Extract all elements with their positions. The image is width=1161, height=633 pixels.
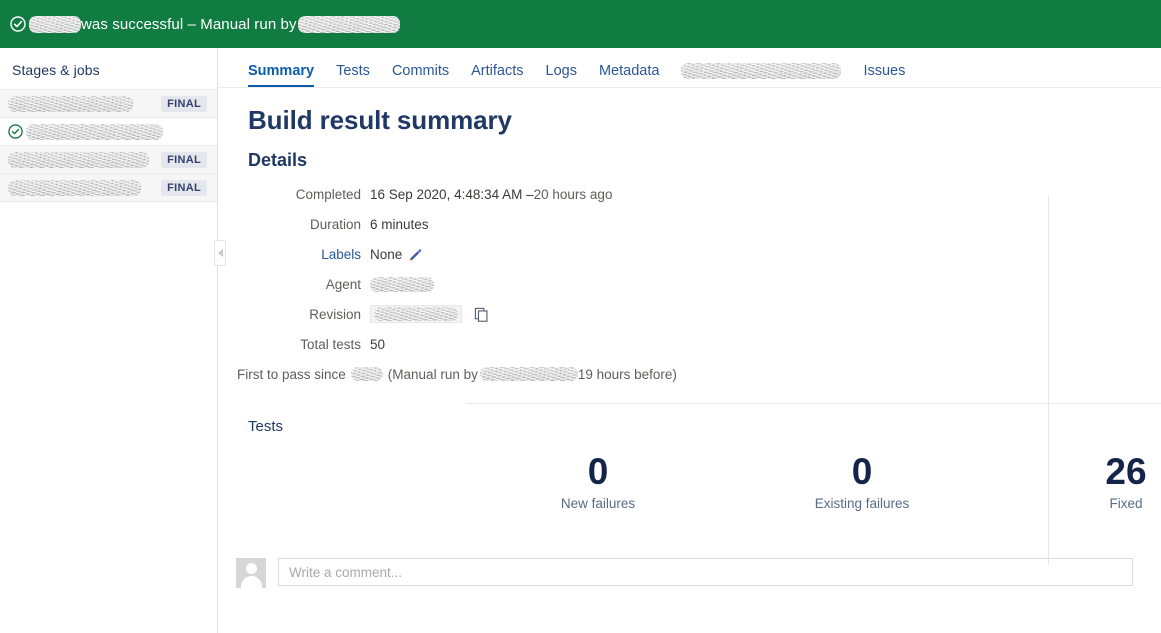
stage-label <box>8 152 161 168</box>
detail-row-labels: Labels None <box>218 239 1161 269</box>
stat-label: Existing failures <box>730 496 994 511</box>
stat-fixed: 26 Fixed <box>994 451 1161 511</box>
sidebar-collapse-button[interactable] <box>214 240 226 266</box>
sidebar-title: Stages & jobs <box>0 48 217 90</box>
stage-badge: FINAL <box>161 180 207 196</box>
copy-icon[interactable] <box>474 307 489 322</box>
stat-new-failures: 0 New failures <box>466 451 730 511</box>
detail-value-completed: 16 Sep 2020, 4:48:34 AM – 20 hours ago <box>370 187 612 202</box>
redacted-stage-name <box>26 124 163 140</box>
redacted-revision-hash <box>374 307 458 321</box>
detail-label-completed: Completed <box>218 187 370 202</box>
detail-label-revision: Revision <box>218 307 370 322</box>
redacted-tab-label <box>681 63 841 79</box>
check-circle-icon <box>10 16 26 32</box>
detail-value-total-tests: 50 <box>370 337 385 352</box>
detail-label-total-tests: Total tests <box>218 337 370 352</box>
first-to-pass-suffix: 19 hours before) <box>578 367 677 382</box>
stat-label: New failures <box>466 496 730 511</box>
detail-label-labels[interactable]: Labels <box>218 247 370 262</box>
detail-row-completed: Completed 16 Sep 2020, 4:48:34 AM – 20 h… <box>218 179 1161 209</box>
completed-relative: 20 hours ago <box>534 187 613 202</box>
detail-row-agent: Agent <box>218 269 1161 299</box>
pencil-icon[interactable] <box>408 247 423 262</box>
stat-existing-failures: 0 Existing failures <box>730 451 994 511</box>
stage-row[interactable]: FINAL <box>0 173 217 202</box>
comment-input[interactable] <box>278 558 1133 586</box>
tab-redacted[interactable] <box>681 63 841 87</box>
tab-logs[interactable]: Logs <box>546 63 577 87</box>
stage-badge: FINAL <box>161 152 207 168</box>
tab-summary[interactable]: Summary <box>248 63 314 87</box>
stage-row[interactable]: FINAL <box>0 145 217 174</box>
comment-composer <box>218 511 1161 588</box>
first-to-pass-middle: (Manual run by <box>388 367 478 382</box>
redacted-build-name <box>29 16 81 33</box>
tab-bar: Summary Tests Commits Artifacts Logs Met… <box>218 48 1161 88</box>
stages-sidebar: Stages & jobs FINAL FINAL <box>0 48 218 633</box>
redacted-stage-name <box>8 180 141 196</box>
stage-label <box>8 96 161 112</box>
detail-row-revision: Revision <box>218 299 1161 329</box>
redacted-build-number <box>351 367 383 381</box>
banner-message: was successful – Manual run by <box>81 16 297 33</box>
stat-value: 0 <box>730 451 994 493</box>
chevron-left-icon <box>218 249 223 257</box>
check-circle-icon <box>8 124 23 139</box>
page-body: Stages & jobs FINAL FINAL <box>0 48 1161 633</box>
tests-section-title: Tests <box>218 404 1161 435</box>
page-title: Build result summary <box>218 88 1161 136</box>
labels-value: None <box>370 247 402 262</box>
detail-value-agent <box>370 277 434 292</box>
tab-metadata[interactable]: Metadata <box>599 63 659 87</box>
detail-label-duration: Duration <box>218 217 370 232</box>
avatar-placeholder-icon <box>236 558 266 588</box>
redacted-agent-name <box>370 277 434 292</box>
tab-tests[interactable]: Tests <box>336 63 370 87</box>
redacted-user-name <box>480 367 578 381</box>
tab-artifacts[interactable]: Artifacts <box>471 63 523 87</box>
details-section-title: Details <box>218 136 1161 171</box>
detail-row-first-to-pass: First to pass since (Manual run by 19 ho… <box>218 359 1161 389</box>
detail-value-revision <box>370 305 489 323</box>
redacted-stage-name <box>8 152 149 168</box>
stat-value: 26 <box>994 451 1161 493</box>
detail-row-duration: Duration 6 minutes <box>218 209 1161 239</box>
revision-value-box <box>370 305 462 323</box>
redacted-stage-name <box>8 96 133 112</box>
tab-issues[interactable]: Issues <box>863 63 905 87</box>
first-to-pass-prefix: First to pass since <box>237 367 346 382</box>
banner-text: was successful – Manual run by <box>29 16 400 33</box>
redacted-user-name <box>298 16 400 33</box>
detail-value-labels: None <box>370 247 423 262</box>
stage-label <box>26 124 207 140</box>
detail-value-duration: 6 minutes <box>370 217 429 232</box>
main-content: Summary Tests Commits Artifacts Logs Met… <box>218 48 1161 633</box>
detail-row-total-tests: Total tests 50 <box>218 329 1161 359</box>
stat-label: Fixed <box>994 496 1161 511</box>
completed-timestamp: 16 Sep 2020, 4:48:34 AM – <box>370 187 534 202</box>
tab-commits[interactable]: Commits <box>392 63 449 87</box>
details-list: Completed 16 Sep 2020, 4:48:34 AM – 20 h… <box>218 171 1161 389</box>
vertical-divider <box>1048 196 1049 565</box>
stat-value: 0 <box>466 451 730 493</box>
stage-label <box>8 180 161 196</box>
stage-badge: FINAL <box>161 96 207 112</box>
detail-label-agent: Agent <box>218 277 370 292</box>
avatar-body <box>241 576 262 588</box>
status-banner: was successful – Manual run by <box>0 0 1161 48</box>
avatar-head <box>246 563 257 574</box>
stage-row[interactable]: FINAL <box>0 89 217 118</box>
tests-stats: 0 New failures 0 Existing failures 26 Fi… <box>466 435 1161 511</box>
stage-row[interactable] <box>0 117 217 146</box>
